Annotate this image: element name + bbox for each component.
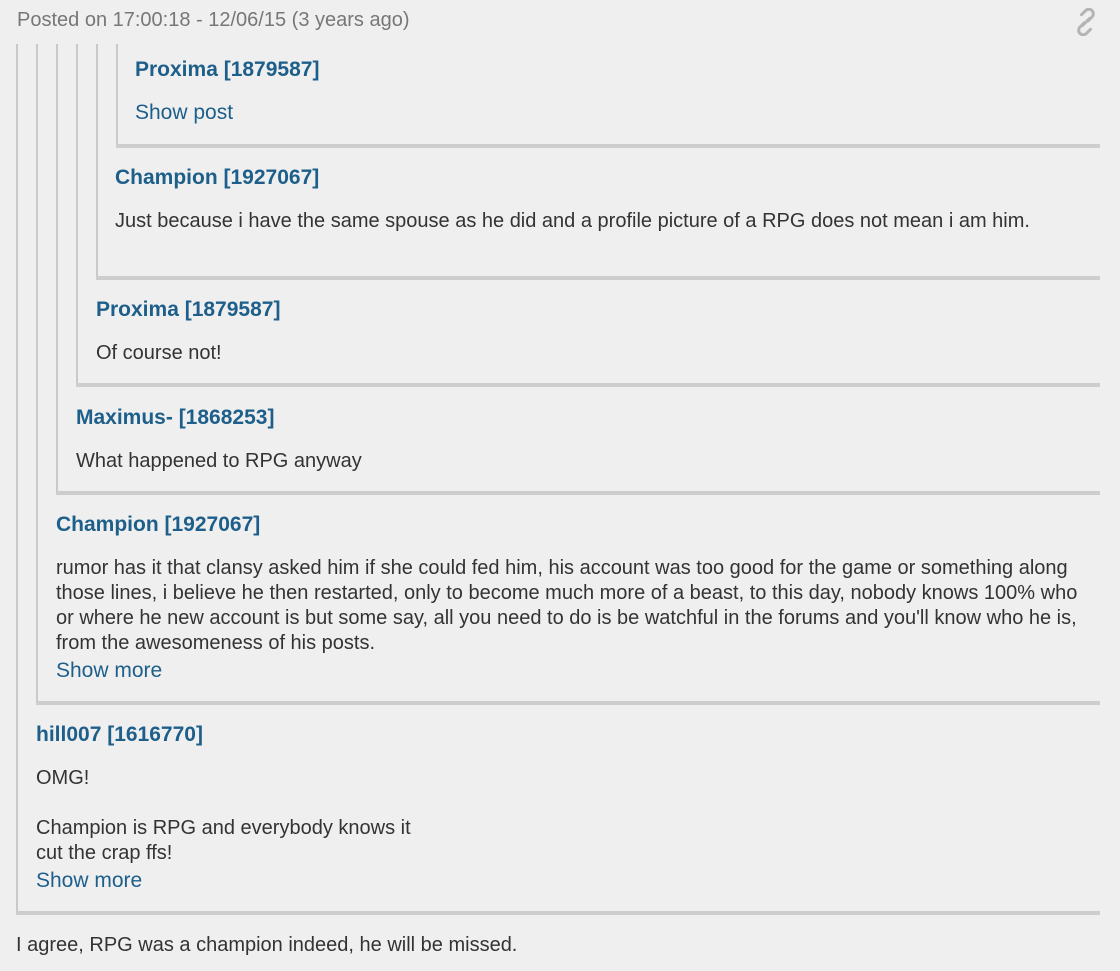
quote-border-left-6 xyxy=(116,44,118,146)
quote-border-left-2 xyxy=(36,44,38,704)
quote-text: What happened to RPG anyway xyxy=(76,450,362,472)
quote-text: Of course not! xyxy=(96,342,222,364)
quote-border-bottom-6 xyxy=(116,144,1100,148)
link-icon[interactable] xyxy=(1071,7,1101,37)
quote-border-bottom-2 xyxy=(36,701,1100,705)
quote-border-left-3 xyxy=(56,44,58,494)
quote-border-bottom-1 xyxy=(16,911,1100,915)
quote-author[interactable]: hill007 [1616770] xyxy=(36,723,203,747)
post-header: Posted on 17:00:18 - 12/06/15 (3 years a… xyxy=(0,0,1120,44)
quote-border-left-4 xyxy=(76,44,78,386)
quote-author[interactable]: Proxima [1879587] xyxy=(96,298,280,322)
quote-text: Just because i have the same spouse as h… xyxy=(115,210,1030,232)
quote-author[interactable]: Champion [1927067] xyxy=(56,513,260,537)
show-more-link[interactable]: Show more xyxy=(36,869,142,893)
quote-border-bottom-4 xyxy=(76,383,1100,387)
show-more-link[interactable]: Show more xyxy=(56,659,162,683)
quote-text: OMG! Champion is RPG and everybody knows… xyxy=(36,767,411,864)
quote-border-bottom-5 xyxy=(96,276,1100,280)
quote-border-bottom-3 xyxy=(56,491,1100,495)
quote-border-left-1 xyxy=(16,44,18,914)
quote-author[interactable]: Maximus- [1868253] xyxy=(76,406,274,430)
posted-timestamp: Posted on 17:00:18 - 12/06/15 (3 years a… xyxy=(17,9,410,31)
quote-author[interactable]: Champion [1927067] xyxy=(115,166,319,190)
quote-author[interactable]: Proxima [1879587] xyxy=(135,58,319,82)
post-body: I agree, RPG was a champion indeed, he w… xyxy=(16,934,518,956)
quote-border-left-5 xyxy=(96,44,98,278)
show-post-link[interactable]: Show post xyxy=(135,101,233,125)
quote-text: rumor has it that clansy asked him if sh… xyxy=(56,557,1078,654)
